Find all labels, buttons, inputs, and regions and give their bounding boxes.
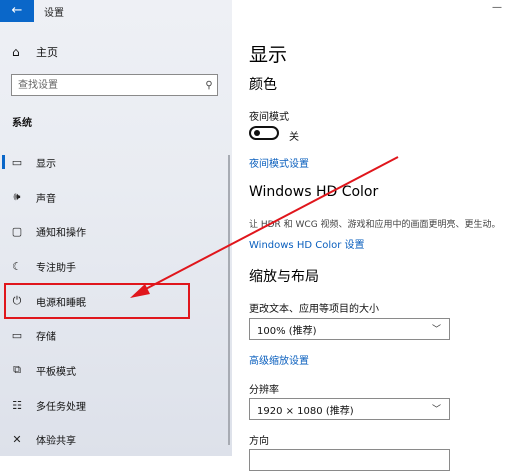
sidebar-item-focus-assist[interactable]: ☾ 专注助手	[0, 251, 232, 281]
annotation-highlight-box	[4, 283, 190, 319]
tablet-icon: ⧉	[13, 363, 21, 376]
resolution-label: 分辨率	[249, 385, 279, 396]
sidebar-scrollbar[interactable]	[228, 155, 230, 445]
home-nav-item[interactable]: ⌂ 主页	[12, 44, 58, 60]
sidebar-item-label: 专注助手	[36, 262, 76, 274]
sidebar-item-label: 显示	[36, 158, 56, 170]
resolution-dropdown[interactable]: 1920 × 1080 (推荐) ﹀	[249, 398, 450, 420]
minimize-button[interactable]: —	[492, 2, 502, 13]
sidebar-item-multitasking[interactable]: ☷ 多任务处理	[0, 390, 232, 420]
search-icon[interactable]: ⚲	[201, 80, 217, 91]
sidebar-item-tablet-mode[interactable]: ⧉ 平板模式	[0, 355, 232, 385]
scale-value: 100% (推荐)	[257, 325, 317, 337]
sidebar-item-storage[interactable]: ▭ 存储	[0, 320, 232, 350]
orientation-label: 方向	[249, 436, 269, 447]
sidebar-item-shared-experiences[interactable]: ✕ 体验共享	[0, 424, 232, 454]
color-heading: 颜色	[249, 77, 277, 93]
app-title: 设置	[44, 8, 64, 19]
hdr-description: 让 HDR 和 WCG 视频、游戏和应用中的画面更明亮、更生动。	[249, 220, 501, 230]
sidebar: ← 设置 ⌂ 主页 ⚲ 系统 ▭ 显示 🕪 声音 ▢ 通知和操作 ☾ 专注助手 …	[0, 0, 232, 456]
notification-icon: ▢	[11, 224, 23, 238]
sidebar-item-label: 体验共享	[36, 435, 76, 447]
chevron-down-icon: ﹀	[431, 405, 441, 415]
scale-label: 更改文本、应用等项目的大小	[249, 304, 379, 315]
search-input[interactable]	[12, 78, 201, 92]
monitor-icon: ▭	[11, 155, 23, 169]
sidebar-item-label: 平板模式	[36, 366, 76, 378]
section-label: 系统	[12, 118, 32, 129]
toggle-knob	[254, 130, 260, 136]
scale-heading: 缩放与布局	[249, 269, 319, 285]
resolution-value: 1920 × 1080 (推荐)	[257, 405, 354, 417]
chevron-down-icon: ﹀	[431, 325, 441, 335]
advanced-scale-link[interactable]: 高级缩放设置	[249, 352, 309, 367]
scale-dropdown[interactable]: 100% (推荐) ﹀	[249, 318, 450, 340]
sidebar-item-notifications[interactable]: ▢ 通知和操作	[0, 216, 232, 246]
night-mode-label: 夜间模式	[249, 112, 289, 123]
share-icon: ✕	[12, 432, 22, 446]
hdr-settings-link[interactable]: Windows HD Color 设置	[249, 236, 365, 251]
moon-icon: ☾	[12, 259, 22, 273]
sidebar-item-label: 通知和操作	[36, 227, 86, 239]
night-mode-toggle[interactable]	[249, 126, 279, 140]
sidebar-item-label: 存储	[36, 331, 56, 343]
speaker-icon: 🕪	[13, 190, 21, 203]
night-mode-settings-link[interactable]: 夜间模式设置	[249, 155, 309, 170]
search-box[interactable]: ⚲	[11, 74, 218, 96]
night-mode-state: 关	[289, 132, 299, 143]
sidebar-item-display[interactable]: ▭ 显示	[0, 147, 232, 177]
main-content: — 显示 颜色 夜间模式 关 夜间模式设置 Windows HD Color 让…	[232, 0, 522, 471]
back-button[interactable]: ←	[0, 0, 34, 22]
page-title: 显示	[249, 44, 288, 66]
hdr-heading: Windows HD Color	[249, 184, 379, 200]
storage-icon: ▭	[11, 328, 23, 342]
orientation-dropdown[interactable]	[249, 449, 450, 471]
sidebar-item-sound[interactable]: 🕪 声音	[0, 182, 232, 212]
home-icon: ⌂	[12, 45, 20, 59]
sidebar-item-label: 多任务处理	[36, 401, 86, 413]
title-bar: ← 设置	[0, 0, 232, 22]
multitask-icon: ☷	[12, 398, 22, 412]
home-label: 主页	[36, 46, 58, 59]
sidebar-item-label: 声音	[36, 193, 56, 205]
